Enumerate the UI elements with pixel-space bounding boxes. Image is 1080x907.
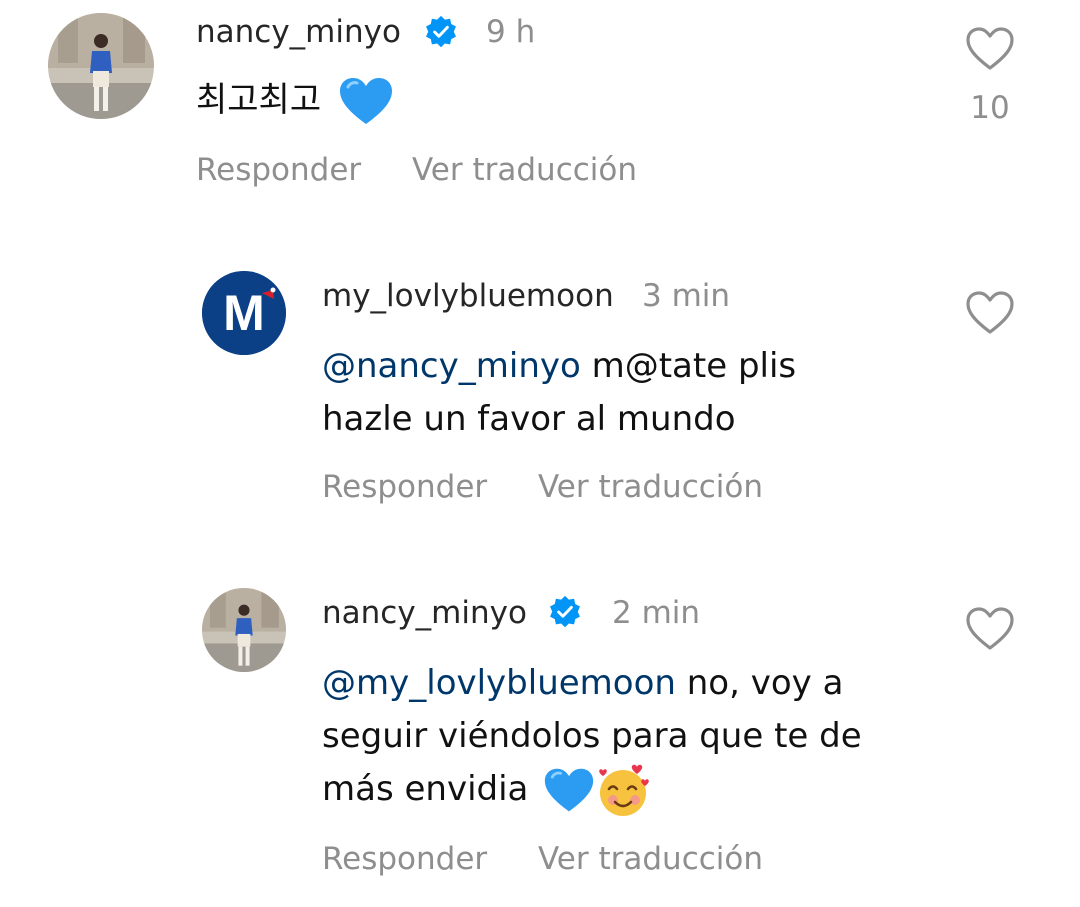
blue-heart-emoji bbox=[339, 77, 392, 124]
comment-text-line-1: no, voy a bbox=[675, 663, 844, 703]
comment-username[interactable]: nancy_minyo bbox=[196, 12, 401, 52]
smiling-face-with-hearts-emoji bbox=[599, 764, 649, 816]
heart-outline-icon[interactable] bbox=[965, 26, 1015, 72]
comment-text: @my_lovlybluemoon no, voy a seguir viénd… bbox=[322, 657, 862, 818]
reply-button[interactable]: Responder bbox=[196, 150, 361, 190]
svg-text:M: M bbox=[223, 285, 265, 341]
see-translation-button[interactable]: Ver traducción bbox=[538, 839, 763, 879]
comment-time: 9 h bbox=[486, 14, 536, 50]
blue-heart-emoji bbox=[545, 768, 594, 811]
like-count: 10 bbox=[970, 90, 1010, 126]
mention-link[interactable]: @my_lovlybluemoon bbox=[322, 663, 676, 703]
see-translation-button[interactable]: Ver traducción bbox=[412, 150, 637, 190]
comment-username[interactable]: my_lovlybluemoon bbox=[322, 276, 614, 316]
comment-text: 최고최고 bbox=[196, 74, 394, 127]
reply-button[interactable]: Responder bbox=[322, 839, 487, 879]
avatar-nancy-minyo[interactable] bbox=[202, 588, 286, 672]
comment-text: @nancy_minyo m@tate plis hazle un favor … bbox=[322, 340, 796, 446]
heart-outline-icon[interactable] bbox=[965, 290, 1015, 336]
mention-link[interactable]: @nancy_minyo bbox=[322, 346, 581, 386]
heart-outline-icon[interactable] bbox=[965, 606, 1015, 652]
verified-badge-icon bbox=[550, 595, 580, 628]
comment-text-line-3: más envidia bbox=[322, 769, 529, 809]
see-translation-button[interactable]: Ver traducción bbox=[538, 467, 763, 507]
avatar-my-lovlybluemoon[interactable]: M bbox=[202, 271, 286, 355]
comment-text-line-2: seguir viéndolos para que te de bbox=[322, 716, 862, 756]
comment-time: 2 min bbox=[612, 595, 701, 631]
comment-text-line-2: hazle un favor al mundo bbox=[322, 399, 736, 439]
verified-badge-icon bbox=[426, 15, 456, 48]
comment-text-line-1: m@tate plis bbox=[580, 346, 797, 386]
reply-button[interactable]: Responder bbox=[322, 467, 487, 507]
comment-username[interactable]: nancy_minyo bbox=[322, 593, 527, 633]
comment-time: 3 min bbox=[642, 278, 731, 314]
avatar-nancy-minyo[interactable] bbox=[48, 13, 154, 119]
comment-text-content: 최고최고 bbox=[196, 80, 322, 120]
